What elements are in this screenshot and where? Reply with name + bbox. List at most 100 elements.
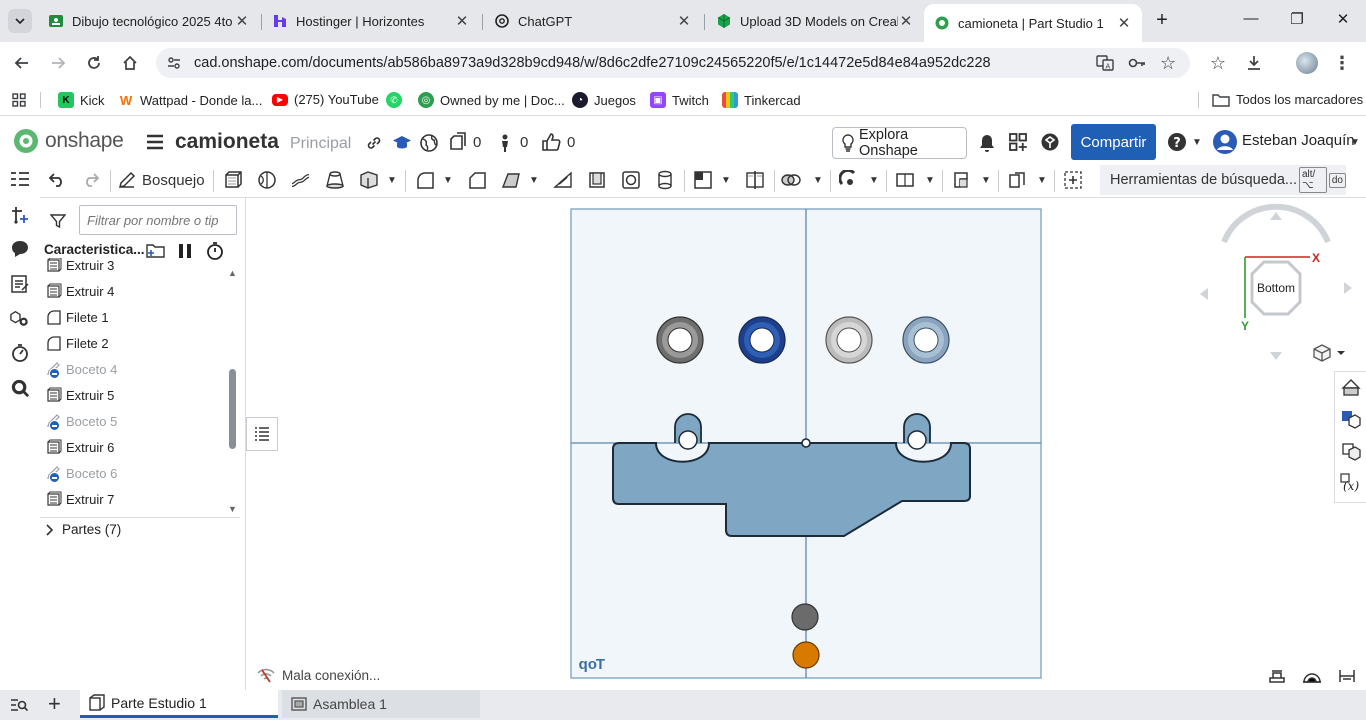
chevron-down-icon[interactable]: ▼ — [812, 170, 824, 190]
browser-tab-creality[interactable]: Upload 3D Models on Creali ✕ — [706, 8, 924, 34]
feature-item-partial[interactable]: Extruir 3 — [46, 258, 114, 276]
cylinder-icon[interactable] — [654, 170, 676, 190]
tab-search-button[interactable] — [8, 9, 32, 33]
transform-icon[interactable] — [780, 170, 802, 190]
graphics-area[interactable]: Top Bottom X Y (x) Mala conexión... — [246, 198, 1366, 690]
favorites-icon[interactable]: ☆ — [1208, 53, 1228, 73]
pattern-icon[interactable] — [838, 170, 860, 190]
fillet-icon[interactable] — [414, 170, 436, 190]
mate-connector-icon[interactable] — [10, 205, 30, 225]
revolve-icon[interactable] — [256, 170, 278, 190]
shell-icon[interactable] — [586, 170, 608, 190]
site-info-icon[interactable] — [166, 55, 182, 71]
url-bar[interactable]: cad.onshape.com/documents/ab586ba8973a9d… — [156, 48, 1190, 78]
variables-fx-icon[interactable]: (x) — [1340, 473, 1362, 493]
restore-icon[interactable]: ❐ — [1282, 10, 1312, 28]
redo-icon[interactable] — [82, 170, 100, 190]
help-icon[interactable]: ? — [1167, 132, 1187, 152]
browser-tab-classroom[interactable]: Dibujo tecnológico 2025 4to ✕ — [38, 8, 260, 34]
model-canvas[interactable]: Top Bottom X Y — [246, 198, 1366, 690]
tab-assembly-1[interactable]: Asamblea 1 — [282, 690, 480, 718]
feature-item-sketch[interactable]: Boceto 5 — [46, 410, 117, 432]
plane-icon[interactable] — [894, 170, 916, 190]
follow-icon[interactable] — [500, 133, 510, 153]
search-tools-field[interactable]: Herramientas de búsqueda... alt/⌥ do — [1100, 165, 1346, 195]
globe-icon[interactable] — [419, 133, 439, 153]
chevron-down-icon[interactable]: ▼ — [1036, 170, 1048, 190]
user-name[interactable]: Esteban Joaquín — [1242, 132, 1355, 149]
feature-item-extrude[interactable]: Extruir 4 — [46, 280, 114, 302]
home-icon[interactable] — [120, 53, 140, 73]
bookmark-youtube[interactable]: ▶ (275) YouTube — [272, 92, 379, 107]
section-view-icon[interactable] — [1268, 668, 1286, 684]
pause-icon[interactable] — [178, 243, 192, 259]
hamburger-menu-icon[interactable] — [146, 134, 164, 150]
minimize-icon[interactable]: — — [1236, 10, 1266, 27]
browser-tab-chatgpt[interactable]: ChatGPT ✕ — [484, 8, 702, 34]
feature-item-extrude[interactable]: Extruir 6 — [46, 436, 114, 458]
document-title[interactable]: camioneta — [175, 130, 279, 154]
close-window-icon[interactable]: ✕ — [1328, 10, 1358, 28]
sweep-icon[interactable] — [290, 170, 312, 190]
view-options-icon[interactable] — [1313, 344, 1345, 362]
branch-name[interactable]: Principal — [290, 135, 351, 153]
dome-view-icon[interactable] — [1302, 668, 1322, 684]
measure-icon[interactable] — [10, 343, 30, 363]
chevron-down-icon[interactable]: ▼ — [528, 170, 540, 190]
browser-tab-onshape-active[interactable]: camioneta | Part Studio 1 ✕ — [924, 4, 1142, 42]
surface-icon[interactable] — [1006, 170, 1028, 190]
view-cube[interactable]: Bottom X Y — [1200, 203, 1352, 360]
bookmark-onshape-docs[interactable]: ◎ Owned by me | Doc... — [418, 92, 565, 108]
bookmark-twitch[interactable]: ▣ Twitch — [650, 92, 709, 108]
onshape-logo[interactable]: onshape — [12, 127, 124, 155]
loft-icon[interactable] — [324, 170, 346, 190]
explore-onshape-button[interactable]: Explora Onshape — [832, 127, 967, 159]
properties-icon[interactable] — [10, 274, 30, 294]
appearance-icon[interactable] — [10, 309, 30, 329]
chevron-down-icon[interactable]: ▼ — [386, 170, 398, 190]
feature-item-fillet[interactable]: Filete 2 — [46, 332, 109, 354]
add-element-button[interactable]: + — [48, 692, 61, 716]
tab-part-studio-1[interactable]: Parte Estudio 1 — [80, 690, 278, 718]
filter-icon[interactable] — [50, 213, 66, 229]
features-header[interactable]: Caracteristica... — [44, 242, 145, 257]
chevron-down-icon[interactable]: ▼ — [980, 170, 992, 190]
translate-icon[interactable]: A — [1096, 54, 1114, 72]
feature-list-icon[interactable] — [10, 170, 30, 190]
like-icon[interactable] — [541, 132, 561, 152]
feature-item-extrude[interactable]: Extruir 7 — [46, 488, 114, 510]
parts-list-toggle[interactable]: Partes (7) — [46, 522, 121, 537]
draft-icon[interactable] — [500, 170, 522, 190]
sketch-button[interactable]: Bosquejo — [118, 170, 206, 190]
measure-ruler-icon[interactable] — [1338, 668, 1356, 684]
rib-icon[interactable] — [552, 170, 574, 190]
help-chevron-down-icon[interactable]: ▼ — [1192, 137, 1202, 148]
undo-icon[interactable] — [48, 170, 66, 190]
search-icon[interactable] — [10, 378, 30, 398]
feature-item-fillet[interactable]: Filete 1 — [46, 306, 109, 328]
notifications-bell-icon[interactable] — [978, 133, 996, 153]
bookmark-kick[interactable]: K Kick — [58, 92, 105, 108]
scroll-down-arrow[interactable]: ▼ — [228, 504, 237, 514]
app-store-icon[interactable] — [1008, 132, 1028, 152]
user-avatar-icon[interactable] — [1212, 129, 1238, 155]
split-icon[interactable] — [744, 170, 766, 190]
sheet-metal-icon[interactable] — [950, 170, 972, 190]
browser-menu-icon[interactable]: ⋮ — [1332, 53, 1352, 73]
feature-filter-input[interactable] — [79, 205, 237, 235]
hole-icon[interactable] — [620, 170, 642, 190]
chevron-down-icon[interactable]: ▼ — [924, 170, 936, 190]
add-custom-feature-icon[interactable] — [1062, 170, 1084, 190]
forward-icon[interactable] — [48, 53, 68, 73]
search-tabs-icon[interactable] — [10, 697, 28, 713]
learning-center-icon[interactable] — [1040, 132, 1060, 152]
download-icon[interactable] — [1244, 53, 1264, 73]
chevron-down-icon[interactable]: ▼ — [442, 170, 454, 190]
feature-item-extrude[interactable]: Extruir 5 — [46, 384, 114, 406]
show-feature-list-button[interactable] — [246, 417, 278, 451]
close-icon[interactable]: ✕ — [898, 12, 914, 30]
scroll-up-arrow[interactable]: ▲ — [228, 268, 237, 278]
all-bookmarks-folder[interactable]: Todos los marcadores — [1212, 92, 1363, 107]
versions-icon[interactable] — [448, 132, 468, 152]
browser-tab-hostinger[interactable]: Hostinger | Horizontes ✕ — [262, 8, 480, 34]
